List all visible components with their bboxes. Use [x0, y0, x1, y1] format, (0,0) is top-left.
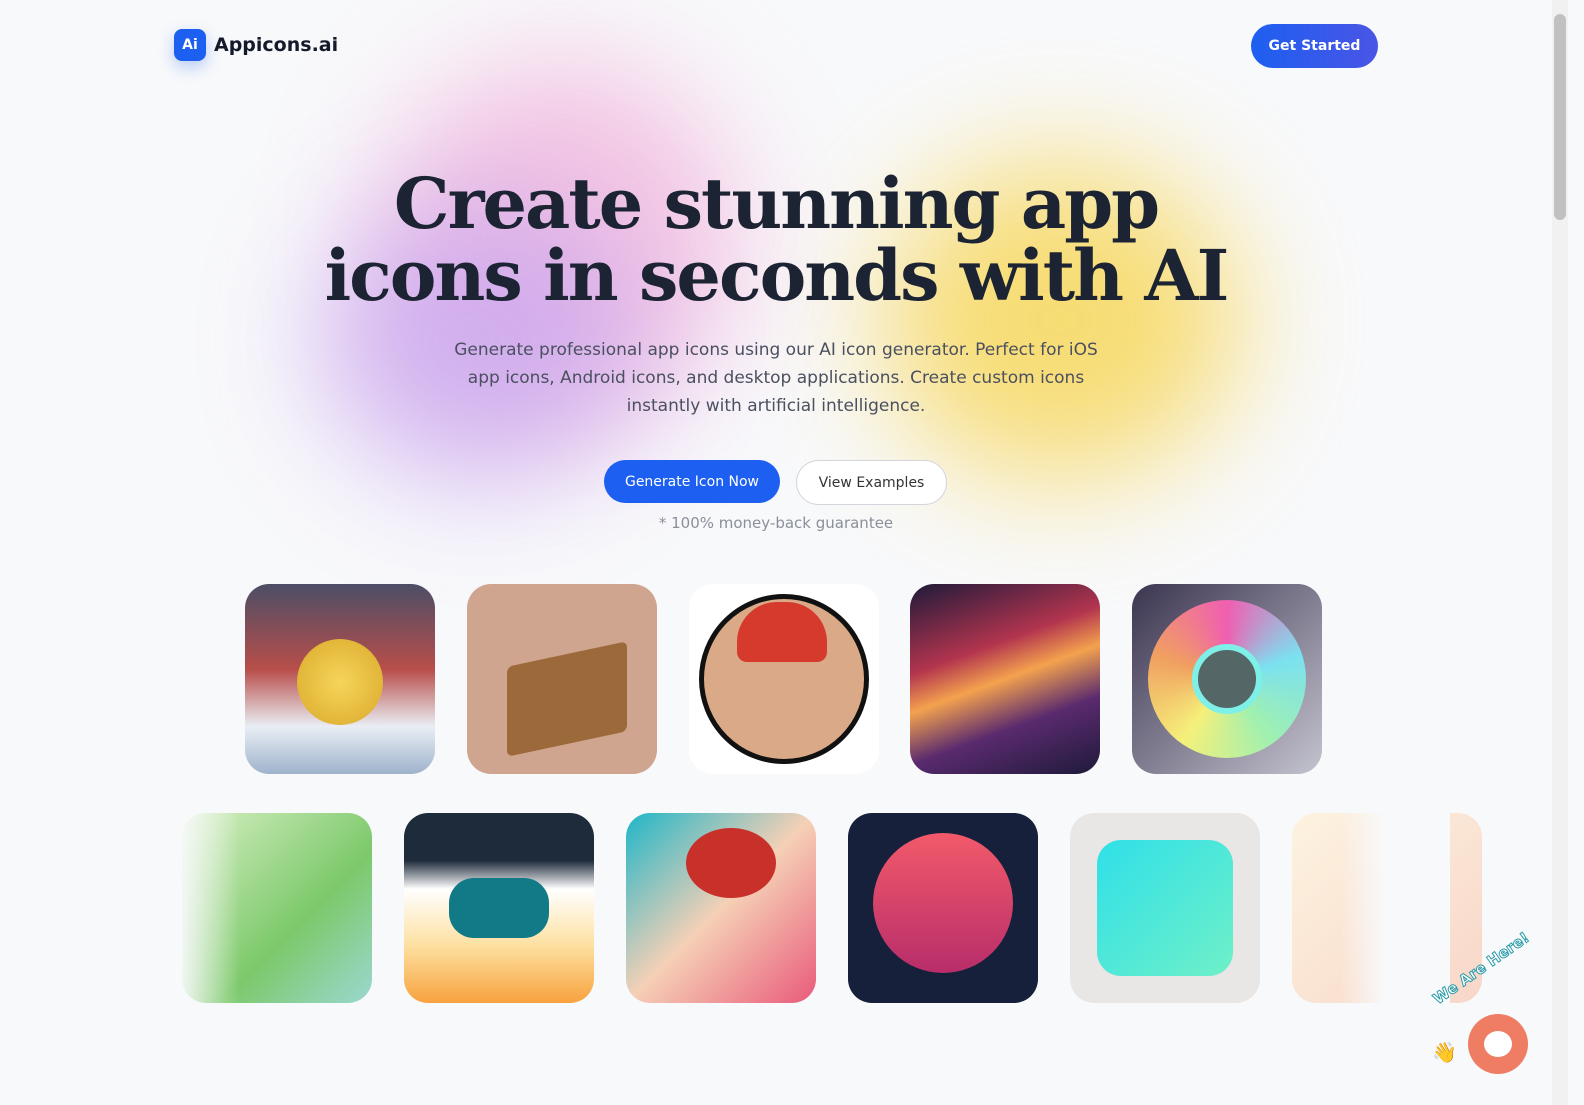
title-line-1: Create stunning app: [393, 162, 1160, 245]
page: Ai Appicons.ai Get Started Create stunni…: [0, 0, 1552, 1105]
crate-machine-icon[interactable]: [467, 584, 657, 774]
title-line-2: icons in seconds with AI: [324, 234, 1230, 317]
guarantee-text: * 100% money-back guarantee: [658, 514, 894, 532]
color-ring-icon[interactable]: [1132, 584, 1322, 774]
gamepad-icon[interactable]: [404, 813, 594, 1003]
chat-button[interactable]: [1468, 1014, 1528, 1074]
view-examples-button[interactable]: View Examples: [796, 460, 947, 505]
cartoon-boy-icon[interactable]: [689, 584, 879, 774]
brain-bulb-icon[interactable]: [1070, 813, 1260, 1003]
left-fade: [150, 560, 240, 1030]
right-fade: [1340, 560, 1450, 1030]
samurai-sunset-icon[interactable]: [848, 813, 1038, 1003]
scrollbar-thumb[interactable]: [1554, 14, 1566, 220]
get-started-button[interactable]: Get Started: [1251, 24, 1378, 68]
red-hair-woman-icon[interactable]: [626, 813, 816, 1003]
hero-subtitle: Generate professional app icons using ou…: [454, 340, 1098, 416]
chat-bubble-icon: [1484, 1031, 1512, 1057]
moon-mountain-icon[interactable]: [245, 584, 435, 774]
waving-hand-icon: 👋: [1432, 1040, 1457, 1064]
sunset-landscape-icon[interactable]: [910, 584, 1100, 774]
hero-title: Create stunning app icons in seconds with…: [0, 168, 1552, 312]
logo[interactable]: Ai Appicons.ai: [174, 29, 338, 61]
logo-text: Appicons.ai: [214, 34, 339, 56]
logo-badge: Ai: [174, 29, 206, 61]
generate-icon-button[interactable]: Generate Icon Now: [604, 460, 780, 503]
